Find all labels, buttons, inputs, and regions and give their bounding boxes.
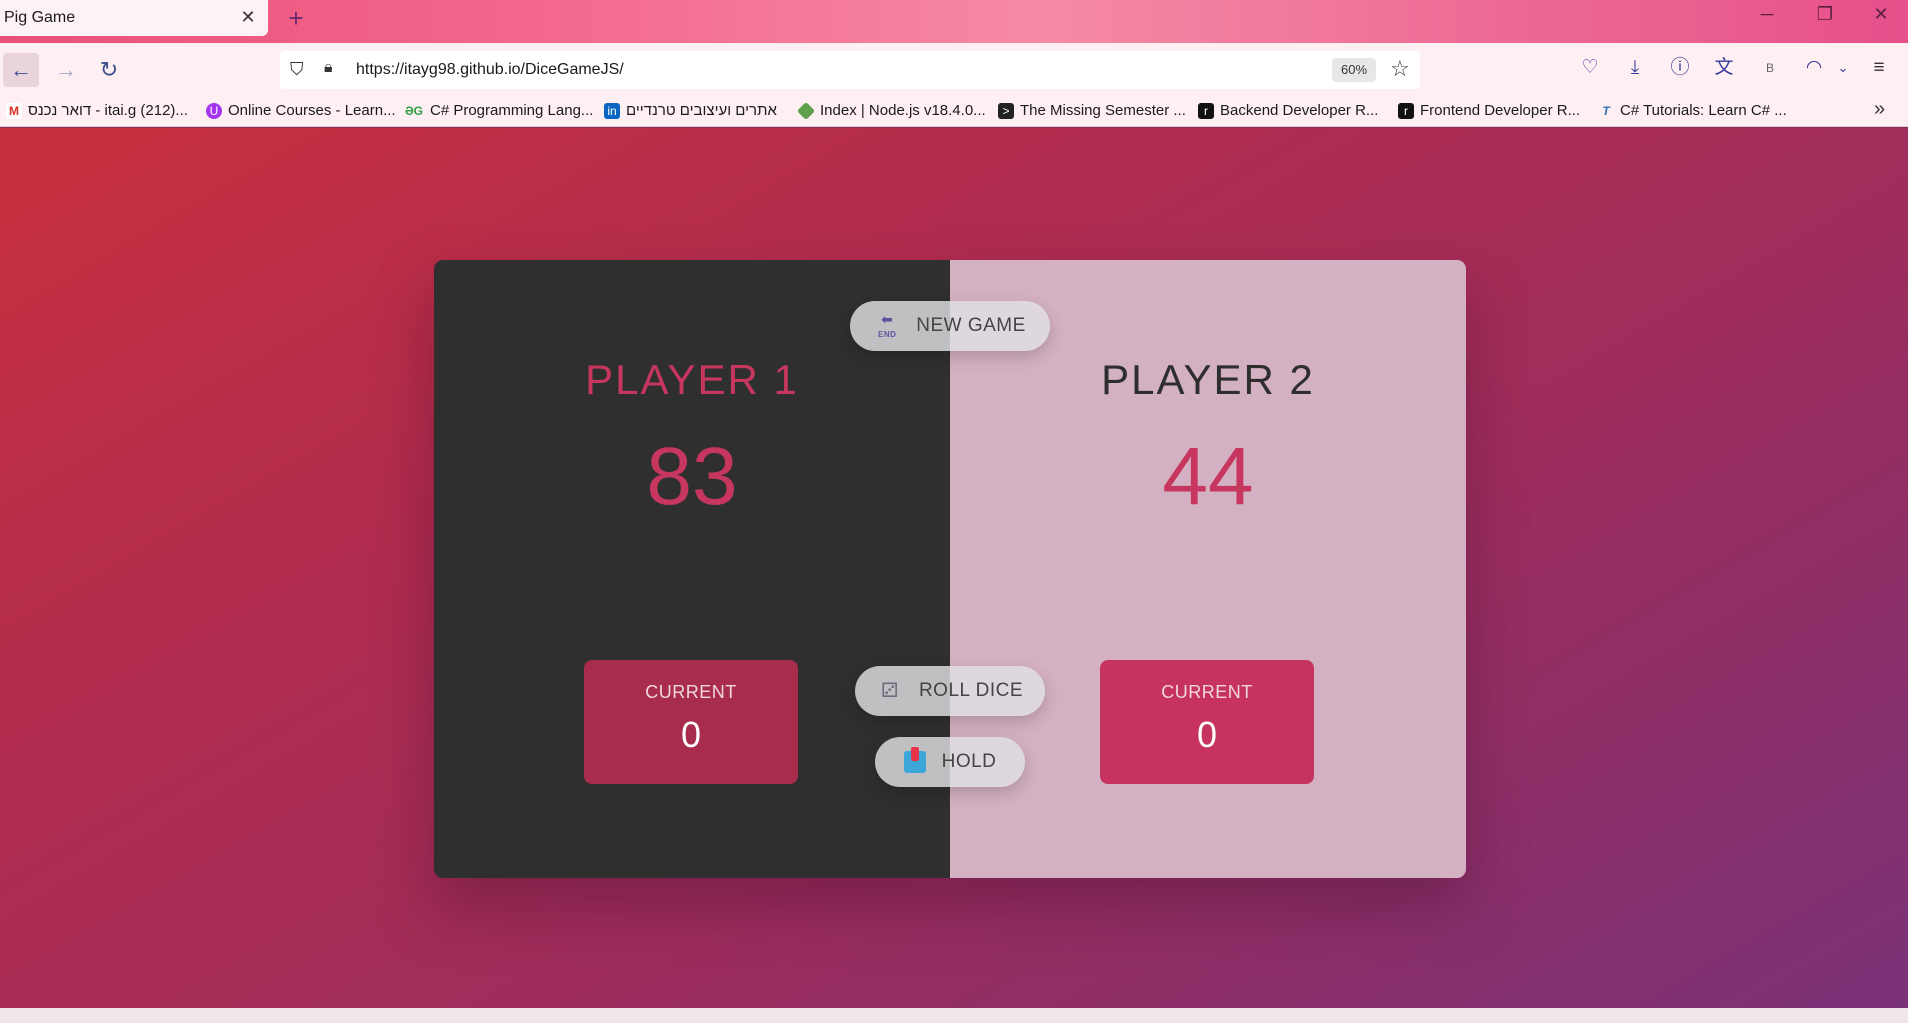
player-1-score: 83	[646, 431, 738, 522]
bookmark-label: Frontend Developer R...	[1420, 102, 1581, 119]
roll-dice-label: ROLL DICE	[918, 680, 1024, 701]
bookmark-item[interactable]: r Frontend Developer R...	[1398, 102, 1580, 119]
bookmark-label: Index | Node.js v18.4.0...	[820, 102, 986, 119]
bookmark-label: C# Programming Lang...	[430, 102, 594, 119]
close-window-button[interactable]: ✕	[1866, 4, 1896, 25]
zoom-badge[interactable]: 60%	[1332, 58, 1376, 82]
roadmap-icon: r	[1198, 102, 1214, 119]
end-arrow-icon: ⬅ END	[878, 311, 897, 339]
hold-label: HOLD	[941, 751, 997, 772]
player-1-panel: PLAYER 1 83 CURRENT 0	[434, 260, 950, 878]
player-2-name: PLAYER 2	[1101, 356, 1315, 403]
bookmark-label: Online Courses - Learn...	[228, 102, 396, 119]
bookmark-item[interactable]: T C# Tutorials: Learn C# ...	[1598, 102, 1787, 119]
headphones-icon[interactable]: ◠	[1801, 55, 1827, 81]
gmail-icon: M	[6, 102, 22, 119]
bookmark-label: C# Tutorials: Learn C# ...	[1620, 102, 1787, 119]
bookmark-item[interactable]: Index | Node.js v18.4.0...	[796, 101, 986, 120]
close-tab-icon[interactable]: ✕	[238, 7, 258, 27]
reload-button[interactable]: ↻	[91, 53, 127, 87]
player-2-score: 44	[1162, 431, 1254, 522]
pocket-icon[interactable]: ♡	[1577, 55, 1603, 81]
gg-icon: ƏG	[404, 103, 424, 118]
arrow-right-icon: →	[55, 57, 77, 82]
hold-button[interactable]: HOLD	[875, 737, 1025, 787]
bookmark-item[interactable]: > The Missing Semester ...	[998, 102, 1186, 119]
player-1-current-box: CURRENT 0	[584, 660, 798, 784]
inbox-tray-icon	[903, 747, 926, 773]
player-2-current-score: 0	[1196, 714, 1218, 755]
bottom-strip	[0, 1008, 1908, 1023]
bookmark-item[interactable]: U Online Courses - Learn...	[206, 102, 396, 119]
bookmark-label: דואר נכנס - itai.g (212)...	[28, 102, 188, 119]
lock-icon[interactable]: 🔒︎	[324, 59, 344, 81]
bookmark-star-icon[interactable]: ☆	[1390, 56, 1410, 82]
tutorials-icon: T	[1602, 103, 1610, 118]
url-text[interactable]: https://itayg98.github.io/DiceGameJS/	[356, 61, 624, 79]
reload-icon: ↻	[99, 57, 119, 82]
udemy-icon: U	[206, 102, 222, 119]
extension-b-icon[interactable]: B	[1757, 55, 1783, 81]
bookmarks-overflow-button[interactable]: »	[1874, 98, 1885, 121]
bookmarks-bar: M דואר נכנס - itai.g (212)... U Online C…	[0, 97, 1908, 127]
bookmark-label: אתרים ועיצובים טרנדיים	[626, 102, 777, 119]
tab-title: Pig Game	[4, 9, 76, 26]
end-icon-label: END	[878, 330, 897, 339]
arrow-left-icon: ←	[10, 57, 32, 82]
download-icon[interactable]: ⤓	[1622, 55, 1648, 81]
translate-icon[interactable]: 文	[1711, 55, 1737, 81]
minimize-button[interactable]: ─	[1752, 4, 1782, 25]
bookmark-item[interactable]: r Backend Developer R...	[1198, 102, 1378, 119]
bookmark-item[interactable]: ƏG C# Programming Lang...	[404, 102, 593, 119]
address-bar[interactable]: ⛉ 🔒︎ https://itayg98.github.io/DiceGameJ…	[280, 51, 1420, 89]
bookmark-label: The Missing Semester ...	[1020, 102, 1186, 119]
browser-navbar: ← → ↻ ⛉ 🔒︎ https://itayg98.github.io/Dic…	[0, 43, 1908, 97]
game-board: PLAYER 1 83 CURRENT 0 PLAYER 2 44 CURREN…	[434, 260, 1466, 878]
bookmark-item[interactable]: M דואר נכנס - itai.g (212)...	[6, 102, 188, 119]
player-2-current-label: CURRENT	[1161, 682, 1253, 702]
browser-titlebar: Pig Game ✕ + ─ ❐ ✕	[0, 0, 1908, 43]
player-2-current-box: CURRENT 0	[1100, 660, 1314, 784]
restore-button[interactable]: ❐	[1810, 4, 1840, 25]
chevron-down-icon[interactable]: ⌄	[1830, 55, 1856, 81]
dice-icon: ⚂	[880, 680, 899, 702]
roll-dice-button[interactable]: ⚂ ROLL DICE	[855, 666, 1045, 716]
terminal-icon: >	[998, 102, 1014, 119]
linkedin-icon: in	[604, 102, 620, 119]
nodejs-icon	[796, 101, 816, 120]
new-tab-button[interactable]: +	[284, 3, 308, 33]
bookmark-item[interactable]: in אתרים ועיצובים טרנדיים	[604, 102, 777, 119]
player-1-name: PLAYER 1	[585, 356, 799, 403]
page-background: PLAYER 1 83 CURRENT 0 PLAYER 2 44 CURREN…	[0, 128, 1908, 1008]
back-button[interactable]: ←	[3, 53, 39, 87]
player-1-current-score: 0	[680, 714, 702, 755]
extension-info-icon[interactable]: ⓘ	[1667, 55, 1693, 81]
roadmap-icon: r	[1398, 102, 1414, 119]
bookmark-label: Backend Developer R...	[1220, 102, 1379, 119]
player-2-panel: PLAYER 2 44 CURRENT 0	[950, 260, 1466, 878]
shield-icon[interactable]: ⛉	[290, 59, 310, 81]
forward-button[interactable]: →	[48, 53, 84, 87]
tab-pig-game[interactable]: Pig Game ✕	[0, 0, 268, 36]
new-game-button[interactable]: ⬅ END NEW GAME	[850, 301, 1050, 351]
menu-icon[interactable]: ≡	[1866, 55, 1892, 81]
player-1-current-label: CURRENT	[645, 682, 737, 702]
new-game-label: NEW GAME	[916, 315, 1026, 336]
